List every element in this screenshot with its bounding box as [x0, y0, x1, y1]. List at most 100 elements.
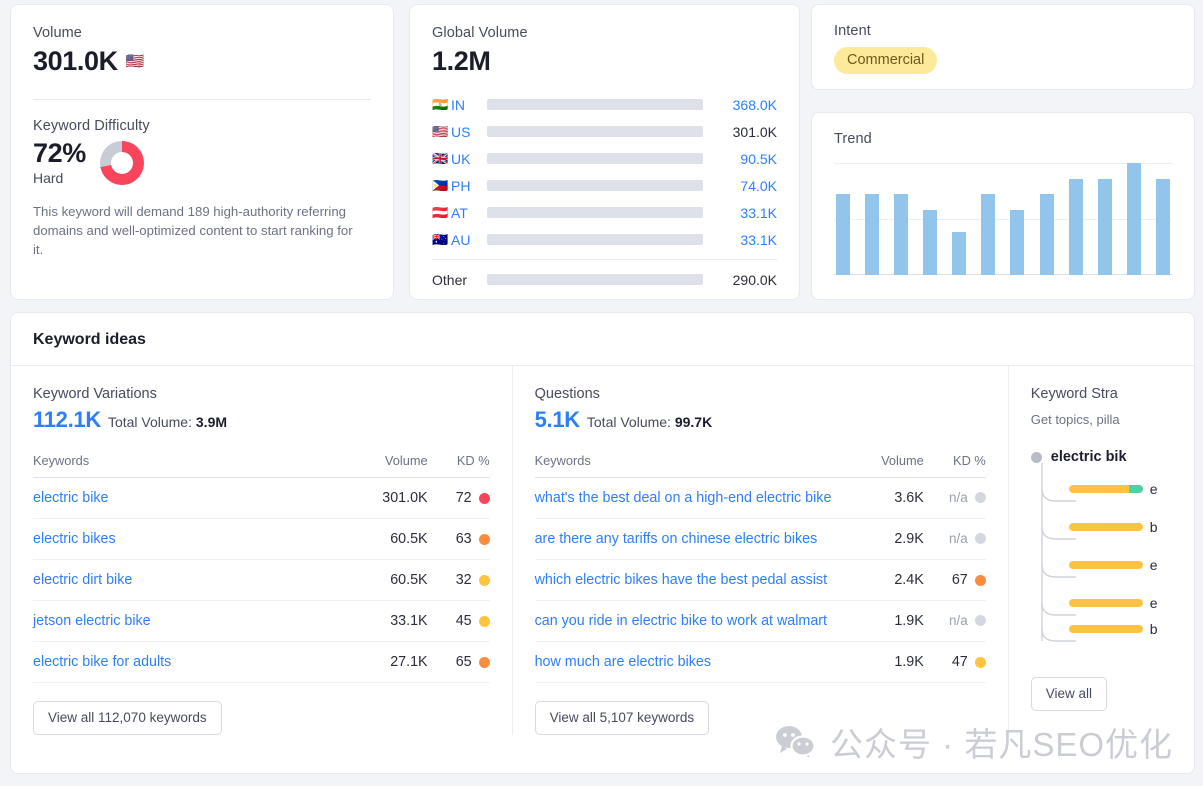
keyword-link[interactable]: are there any tariffs on chinese electri… [535, 531, 818, 547]
kd-cell: 32 [427, 559, 490, 601]
keyword-ideas-title: Keyword ideas [11, 313, 1194, 366]
tree-branch-label: e [1149, 595, 1158, 611]
tree-branch[interactable]: e [1068, 595, 1158, 611]
kd-value-wrap: 67 [952, 572, 986, 588]
keyword-difficulty-percent: 72% [33, 138, 86, 168]
divider [432, 259, 777, 260]
keyword-link[interactable]: what's the best deal on a high-end elect… [535, 490, 832, 506]
country-row-au[interactable]: 🇦🇺 AU 33.1K [432, 226, 777, 253]
intent-label: Intent [834, 23, 871, 39]
country-row-us[interactable]: 🇺🇸 US 301.0K [432, 118, 777, 145]
country-volume-value: 74.0K [740, 177, 777, 194]
volume-value-row: 301.0K 🇺🇸 [33, 46, 371, 77]
country-volume-value: 33.1K [740, 204, 777, 221]
keyword-link[interactable]: electric bike for adults [33, 654, 171, 670]
keyword-cell: jetson electric bike [33, 600, 350, 642]
intent-badge[interactable]: Commercial [834, 47, 938, 74]
tree-branch[interactable]: b [1068, 621, 1158, 637]
kd-value: 32 [455, 572, 472, 588]
kd-cell: 63 [427, 518, 490, 560]
column-header-keywords: Keywords [534, 453, 846, 478]
tree-branch[interactable]: e [1068, 557, 1158, 573]
keyword-link[interactable]: electric bikes [33, 531, 116, 547]
kd-value: n/a [948, 531, 968, 546]
tree-branch[interactable]: b [1068, 519, 1158, 535]
country-volume-bar-track [487, 153, 703, 164]
column-header-volume: Volume [349, 453, 428, 478]
volume-label: Volume [33, 25, 82, 41]
view-all-strategy-button[interactable]: View all [1030, 677, 1108, 711]
view-all-questions-button[interactable]: View all 5,107 keywords [534, 701, 710, 735]
keyword-link[interactable]: can you ride in electric bike to work at… [535, 613, 827, 629]
view-all-variations-button[interactable]: View all 112,070 keywords [33, 701, 222, 735]
total-volume-value: 99.7K [674, 414, 713, 430]
country-row-at[interactable]: 🇦🇹 AT 33.1K [432, 199, 777, 226]
kd-value-wrap: 65 [456, 654, 490, 670]
kd-severity-dot-icon [478, 492, 490, 504]
volume-cell: 3.6K [845, 477, 924, 519]
tree-branch-bar-green-segment [1128, 485, 1143, 493]
trend-bars [834, 163, 1172, 275]
total-volume-label: Total Volume: [107, 414, 192, 430]
column-header-kd: KD % [427, 453, 490, 478]
tree-branch-bar [1068, 561, 1143, 569]
keyword-link[interactable]: which electric bikes have the best pedal… [535, 572, 827, 588]
volume-cell: 1.9K [845, 600, 924, 642]
keyword-link[interactable]: electric dirt bike [33, 572, 132, 588]
country-row-uk[interactable]: 🇬🇧 UK 90.5K [432, 145, 777, 172]
keyword-variations-total-volume: Total Volume: 3.9M [108, 414, 227, 430]
keyword-cell: how much are electric bikes [534, 641, 846, 683]
flag-icon-ph: 🇵🇭 [432, 178, 449, 193]
trend-bar [1010, 210, 1025, 275]
keyword-link[interactable]: how much are electric bikes [535, 654, 711, 670]
country-code: PH [451, 177, 471, 194]
flag-icon-au: 🇦🇺 [432, 232, 449, 247]
kd-cell: 72 [427, 477, 490, 519]
country-row-ph[interactable]: 🇵🇭 PH 74.0K [432, 172, 777, 199]
keyword-variations-count: 112.1K [33, 407, 101, 432]
table-row: which electric bikes have the best pedal… [534, 559, 986, 601]
country-volume-bar-track [487, 234, 703, 245]
questions-count: 5.1K [534, 407, 581, 432]
table-row: electric bikes 60.5K 63 [33, 518, 490, 560]
kd-value: 63 [455, 531, 472, 547]
kd-value-wrap: n/a [949, 531, 986, 546]
country-row-other[interactable]: Other 290.0K [432, 266, 777, 293]
trend-label: Trend [834, 131, 872, 147]
country-code: Other [432, 271, 468, 288]
tree-branch-label: e [1149, 557, 1158, 573]
kd-value-wrap: 72 [456, 490, 490, 506]
kd-severity-dot-icon [974, 656, 986, 668]
keyword-cell: can you ride in electric bike to work at… [534, 600, 846, 642]
kd-value: n/a [948, 613, 968, 628]
keyword-variations-column: Keyword Variations 112.1K Total Volume: … [11, 366, 512, 735]
keyword-cell: which electric bikes have the best pedal… [534, 559, 846, 601]
kd-value-wrap: n/a [949, 490, 986, 505]
flag-icon-uk: 🇬🇧 [432, 151, 449, 166]
flag-icon-in: 🇮🇳 [432, 97, 449, 112]
kd-value: n/a [948, 490, 968, 505]
keyword-difficulty-description: This keyword will demand 189 high-author… [33, 204, 353, 258]
column-header-kd: KD % [923, 453, 986, 478]
keyword-link[interactable]: jetson electric bike [33, 613, 151, 629]
kd-value-wrap: 32 [456, 572, 490, 588]
country-code: IN [451, 96, 465, 113]
root-node-dot-icon [1030, 451, 1042, 463]
table-row: electric bike for adults 27.1K 65 [33, 641, 490, 683]
keyword-variations-stat: 112.1K Total Volume: 3.9M [33, 407, 490, 433]
flag-icon-us: 🇺🇸 [432, 124, 449, 139]
keyword-cell: electric bike [33, 477, 350, 519]
country-volume-bar-track [487, 207, 703, 218]
keyword-variations-table: Keywords Volume KD % electric bike 301.0K… [33, 453, 490, 683]
country-volume-list: 🇮🇳 IN 368.0K 🇺🇸 US 301.0K 🇬🇧 UK 90.5K 🇵🇭 PH 74.0K 🇦🇹… [432, 91, 777, 293]
tree-branch[interactable]: e [1068, 481, 1158, 497]
kd-severity-dot-icon [478, 533, 490, 545]
country-row-in[interactable]: 🇮🇳 IN 368.0K [432, 91, 777, 118]
kd-value: 67 [951, 572, 968, 588]
volume-cell: 60.5K [349, 518, 428, 560]
keyword-difficulty-donut-chart [99, 141, 144, 185]
keyword-cell: electric dirt bike [33, 559, 350, 601]
keyword-link[interactable]: electric bike [33, 490, 109, 506]
trend-bar [1155, 178, 1170, 275]
kd-cell: 65 [427, 641, 490, 683]
